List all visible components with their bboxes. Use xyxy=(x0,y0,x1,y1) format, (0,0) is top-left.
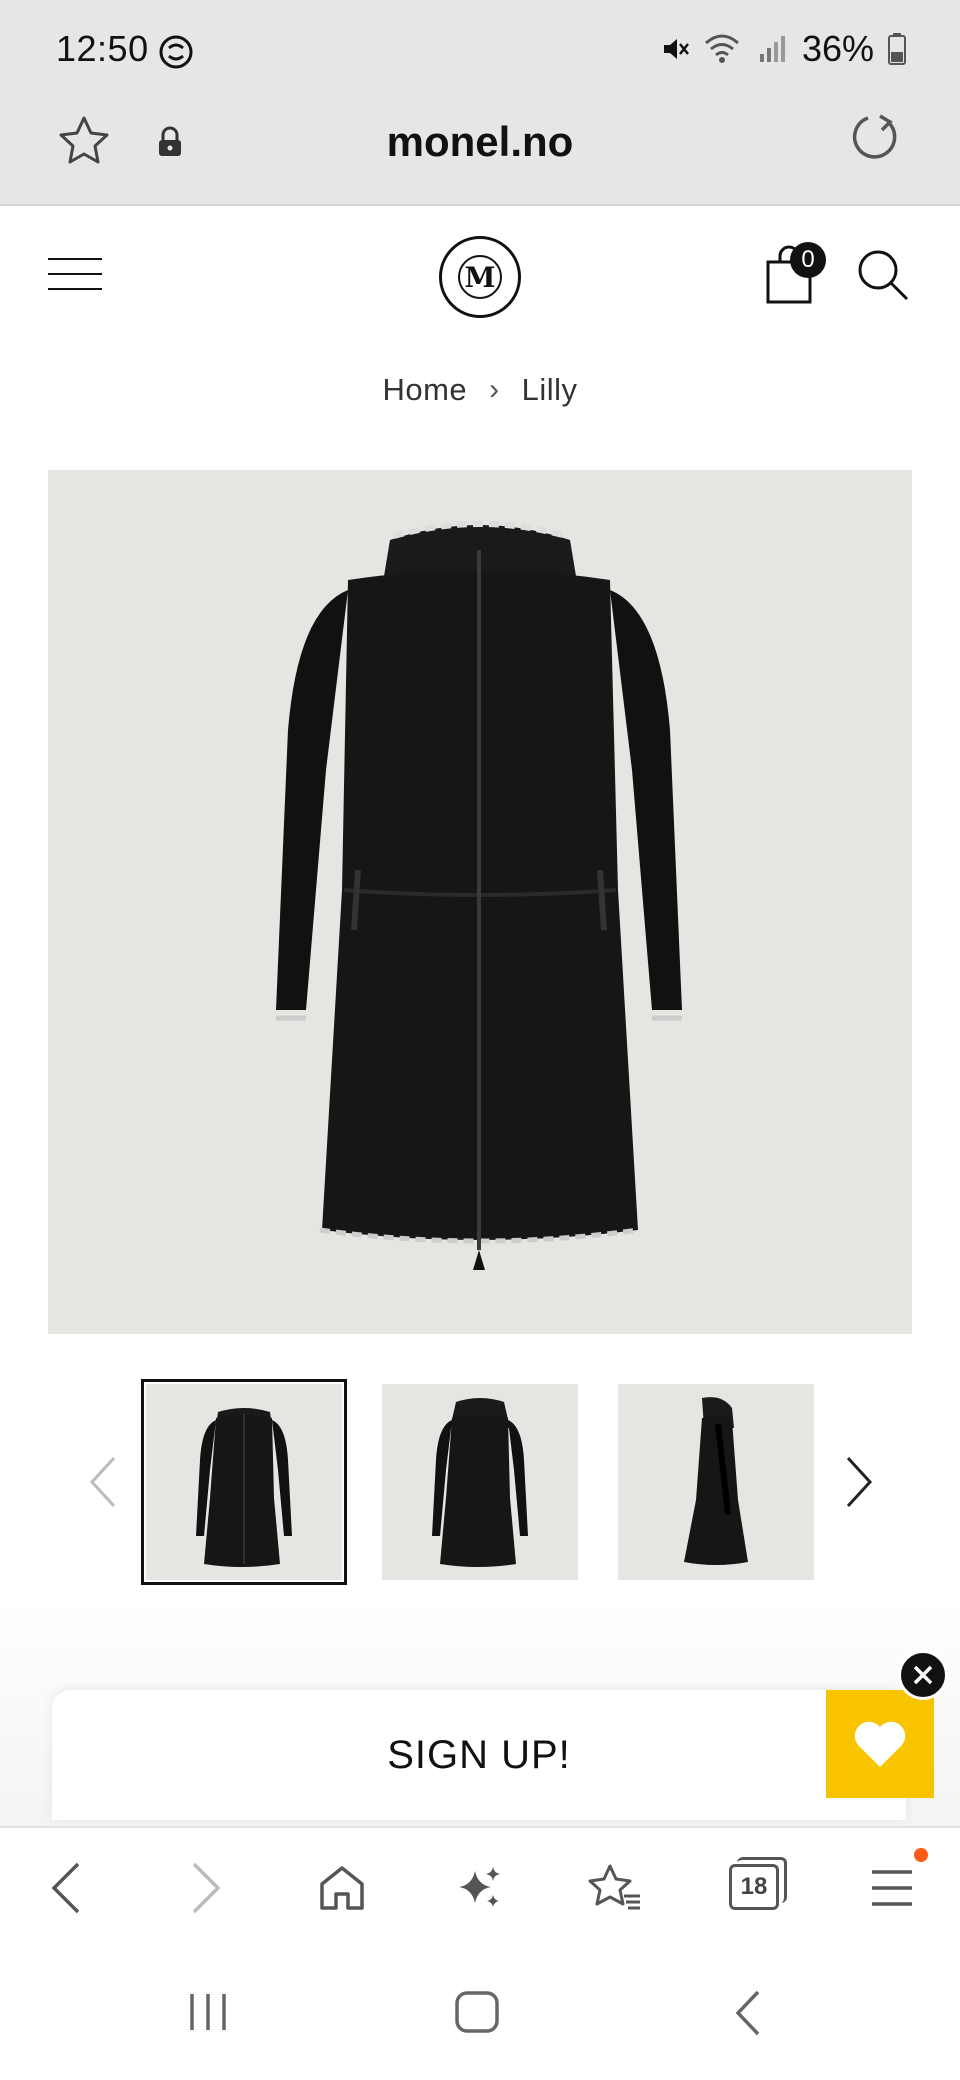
search-icon[interactable] xyxy=(856,248,910,302)
notification-dot xyxy=(914,1848,928,1862)
raincoat-side-thumb xyxy=(684,1397,748,1565)
system-nav-bar xyxy=(0,1950,960,2080)
bookmarks-icon[interactable] xyxy=(586,1858,646,1918)
cart-count-badge: 0 xyxy=(790,242,826,278)
thumbnail-front[interactable] xyxy=(141,1379,347,1585)
signup-button[interactable]: SIGN UP! xyxy=(52,1690,906,1820)
breadcrumb: Home › Lilly xyxy=(0,372,960,408)
url-field[interactable]: monel.no xyxy=(0,118,960,166)
thumbnail-prev-icon[interactable] xyxy=(84,1452,120,1512)
thumbnail-side[interactable] xyxy=(618,1384,814,1580)
forward-icon[interactable] xyxy=(176,1858,236,1918)
raincoat-front-thumb xyxy=(196,1408,292,1567)
status-time: 12:50 xyxy=(56,28,149,69)
raincoat-front-image xyxy=(276,521,682,1270)
heart-icon xyxy=(854,1721,906,1767)
recent-apps-icon[interactable] xyxy=(186,1990,230,2034)
tabs-icon[interactable]: 18 xyxy=(729,1864,779,1910)
wifi-icon xyxy=(704,34,739,63)
signal-icon xyxy=(759,36,785,62)
status-icons: 36% xyxy=(660,28,906,70)
product-main-image[interactable] xyxy=(48,470,912,1334)
mute-icon xyxy=(663,39,689,59)
back-button-icon[interactable] xyxy=(732,1988,764,2038)
logo-letter: M xyxy=(458,255,502,299)
home-icon[interactable] xyxy=(312,1858,372,1918)
breadcrumb-separator-icon: › xyxy=(489,373,500,406)
wishlist-button[interactable] xyxy=(826,1690,934,1798)
reload-icon[interactable] xyxy=(850,112,902,164)
thumbnail-next-icon[interactable] xyxy=(842,1452,878,1512)
monel-logo[interactable]: M xyxy=(439,236,521,318)
battery-percent: 36% xyxy=(801,28,874,69)
back-icon[interactable] xyxy=(36,1858,96,1918)
sync-icon xyxy=(159,35,193,69)
sparkle-icon[interactable] xyxy=(450,1858,510,1918)
breadcrumb-current: Lilly xyxy=(521,372,578,407)
menu-icon[interactable] xyxy=(862,1858,922,1918)
close-icon[interactable] xyxy=(898,1650,948,1700)
home-button-icon[interactable] xyxy=(454,1990,500,2034)
thumbnail-back[interactable] xyxy=(382,1384,578,1580)
battery-icon xyxy=(888,33,906,65)
breadcrumb-home[interactable]: Home xyxy=(382,372,467,408)
hamburger-menu-icon[interactable] xyxy=(48,258,102,292)
raincoat-back-thumb xyxy=(432,1398,528,1567)
